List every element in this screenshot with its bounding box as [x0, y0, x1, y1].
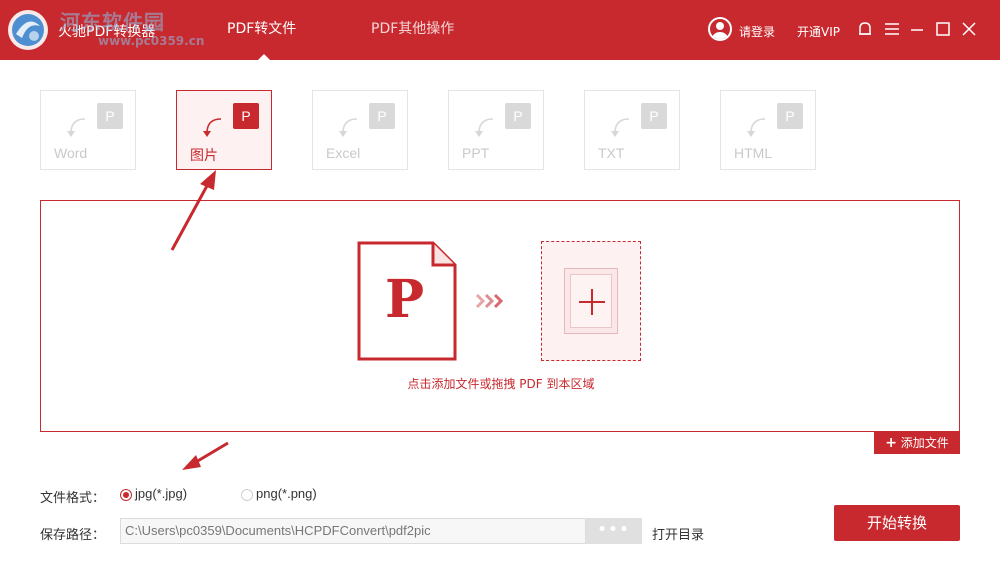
maximize-icon[interactable]: [934, 20, 952, 38]
radio-png[interactable]: [241, 489, 253, 501]
placeholder-document: [564, 268, 618, 334]
close-icon[interactable]: [960, 20, 978, 38]
add-file-target[interactable]: [541, 241, 641, 361]
minimize-icon[interactable]: [908, 20, 926, 38]
convert-arrow-icon: [67, 118, 86, 137]
pdf-badge-icon: P: [233, 103, 259, 129]
format-tile-image[interactable]: P 图片: [176, 90, 272, 170]
pdf-document-icon: P: [357, 241, 457, 361]
format-label: Excel: [326, 145, 361, 161]
login-link[interactable]: 请登录: [739, 23, 775, 40]
pdf-badge-icon: P: [777, 103, 803, 129]
pdf-badge-icon: P: [369, 103, 395, 129]
format-label: Word: [54, 145, 88, 161]
menu-icon[interactable]: [883, 20, 901, 38]
pdf-badge-icon: P: [505, 103, 531, 129]
chevron-right-icon: [475, 293, 504, 309]
format-tile-word[interactable]: P Word: [40, 90, 136, 170]
annotation-arrow-icon: [182, 441, 229, 470]
watermark-url: www.pc0359.cn: [98, 34, 205, 48]
file-drop-zone[interactable]: P 点击添加文件或拖拽 PDF 到本区域: [40, 200, 960, 432]
file-format-label: 文件格式：: [40, 491, 106, 506]
open-directory-link[interactable]: 打开目录: [652, 524, 704, 543]
format-label: PPT: [462, 145, 490, 161]
convert-arrow-icon: [339, 118, 358, 137]
format-label: 图片: [190, 147, 218, 163]
save-path-input[interactable]: C:\Users\pc0359\Documents\HCPDFConvert\p…: [120, 518, 586, 544]
format-label: HTML: [734, 145, 773, 161]
title-bar: 火驰PDF转换器 河东软件园 www.pc0359.cn PDF转文件 PDF其…: [0, 0, 1000, 60]
convert-arrow-icon: [611, 118, 630, 137]
format-label: TXT: [598, 145, 625, 161]
skin-icon[interactable]: [856, 20, 874, 38]
pdf-letter: P: [385, 269, 425, 330]
convert-arrow-icon: [747, 118, 766, 137]
tab-pdf-other-ops[interactable]: PDF其他操作: [371, 18, 454, 38]
add-file-label: 添加文件: [900, 436, 949, 450]
app-logo-icon: [8, 10, 48, 50]
save-path-label: 保存路径：: [40, 528, 106, 543]
radio-png-label[interactable]: png(*.png): [256, 486, 317, 501]
convert-arrow-icon: [203, 118, 222, 137]
watermark-text: 河东软件园: [60, 10, 165, 34]
convert-arrow-icon: [475, 118, 494, 137]
format-tile-html[interactable]: P HTML: [720, 90, 816, 170]
format-tile-ppt[interactable]: P PPT: [448, 90, 544, 170]
radio-jpg-label[interactable]: jpg(*.jpg): [135, 486, 187, 501]
format-tile-txt[interactable]: P TXT: [584, 90, 680, 170]
start-convert-button[interactable]: 开始转换: [834, 505, 960, 541]
plus-icon: +: [885, 435, 897, 451]
add-file-button[interactable]: + 添加文件: [874, 432, 960, 454]
user-avatar-icon[interactable]: [708, 17, 732, 41]
tab-pdf-to-file[interactable]: PDF转文件: [227, 18, 296, 38]
pdf-badge-icon: P: [97, 103, 123, 129]
drop-hint-text: 点击添加文件或拖拽 PDF 到本区域: [407, 377, 595, 391]
pdf-badge-icon: P: [641, 103, 667, 129]
vip-link[interactable]: 开通VIP: [797, 23, 840, 40]
browse-button[interactable]: •••: [586, 518, 642, 544]
radio-jpg[interactable]: [120, 489, 132, 501]
active-tab-indicator: [258, 54, 270, 60]
format-tile-excel[interactable]: P Excel: [312, 90, 408, 170]
